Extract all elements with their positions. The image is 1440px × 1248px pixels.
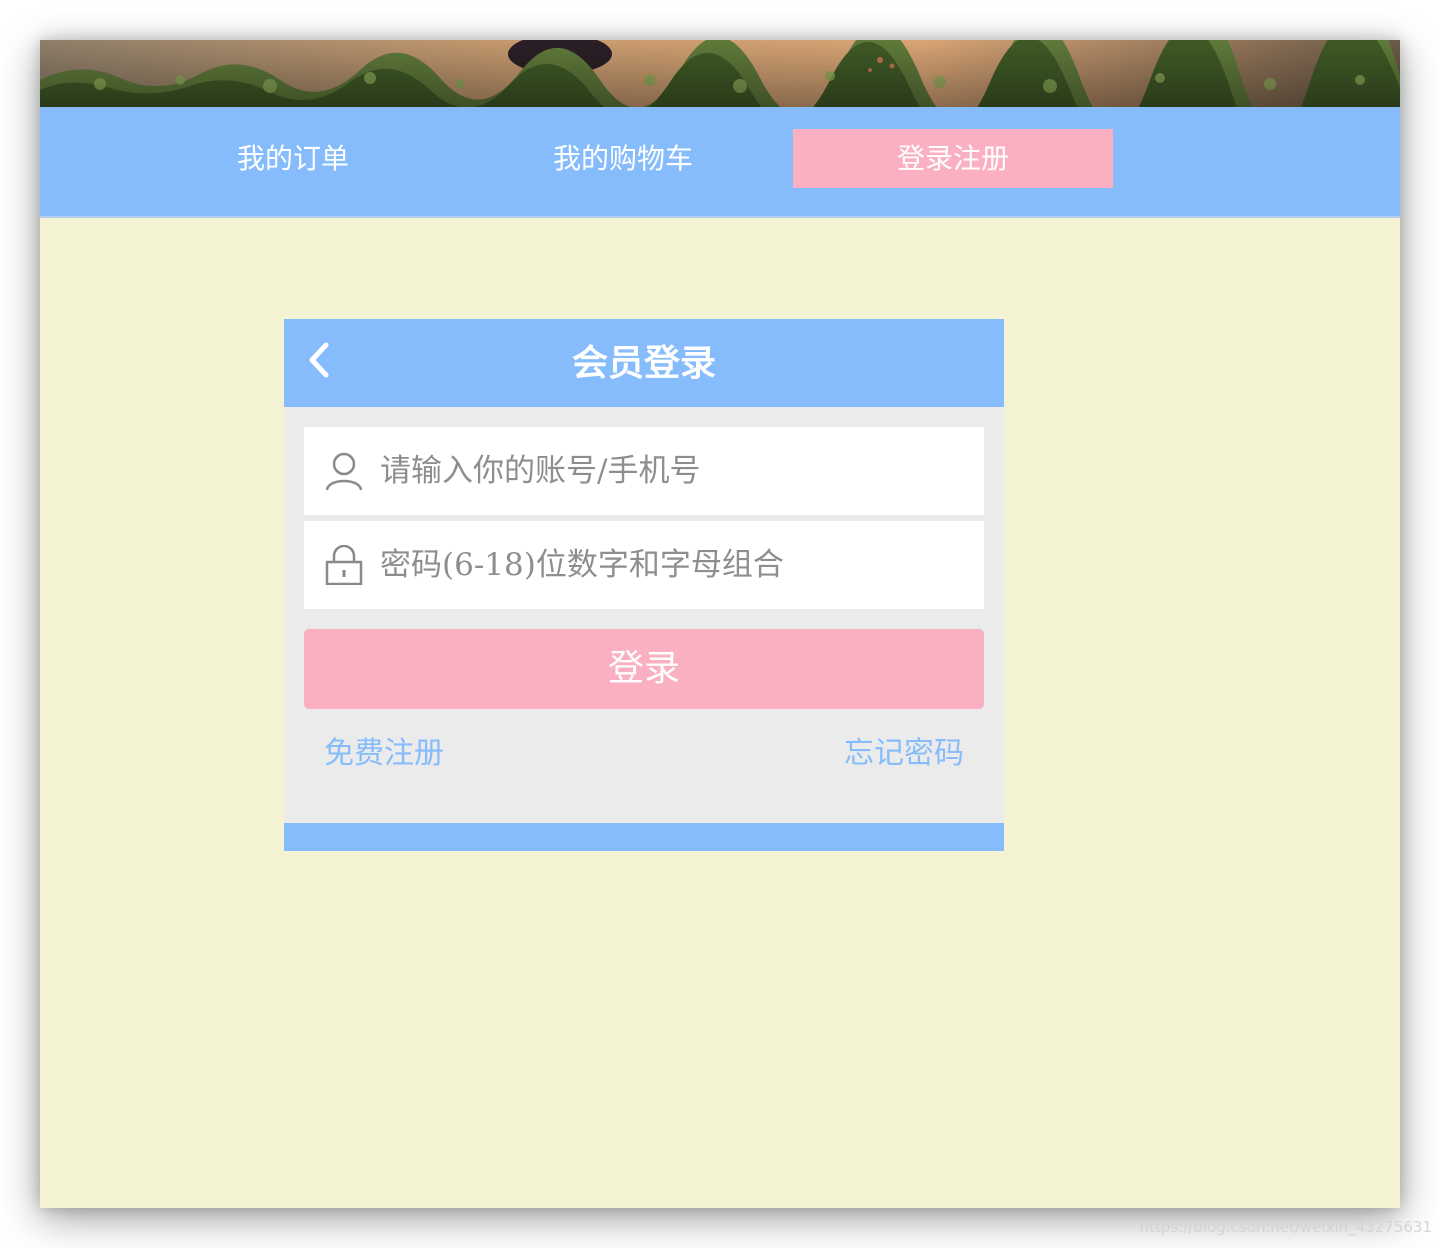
login-card: 会员登录 登录 免费注册 忘记密码	[284, 319, 1004, 851]
user-icon	[325, 452, 363, 491]
lock-icon	[325, 545, 363, 585]
nav-item-login-register[interactable]: 登录注册	[793, 129, 1113, 188]
password-field	[304, 521, 984, 609]
chevron-left-icon	[309, 342, 329, 378]
username-field	[304, 427, 984, 515]
app-window: 我的订单 我的购物车 登录注册 会员登录 请输入你的账号/手机号 登录 免费注册…	[40, 40, 1400, 1208]
banner-photo	[40, 40, 1400, 107]
login-card-footer	[284, 823, 1004, 851]
register-link[interactable]: 免费注册	[324, 729, 444, 779]
login-card-header: 会员登录	[284, 319, 1004, 407]
login-title: 会员登录	[571, 342, 716, 384]
username-input[interactable]	[380, 427, 970, 515]
header-banner-image	[40, 40, 1400, 107]
back-button[interactable]	[302, 337, 342, 385]
main-nav: 我的订单 我的购物车 登录注册	[40, 107, 1400, 218]
nav-item-my-cart[interactable]: 我的购物车	[533, 129, 713, 188]
nav-item-my-orders[interactable]: 我的订单	[213, 129, 373, 188]
watermark: https://blog.csdn.net/weixin_43275631	[1139, 1218, 1432, 1236]
password-input[interactable]	[380, 521, 970, 609]
login-button[interactable]: 登录	[304, 629, 984, 709]
forgot-password-link[interactable]: 忘记密码	[844, 729, 964, 779]
